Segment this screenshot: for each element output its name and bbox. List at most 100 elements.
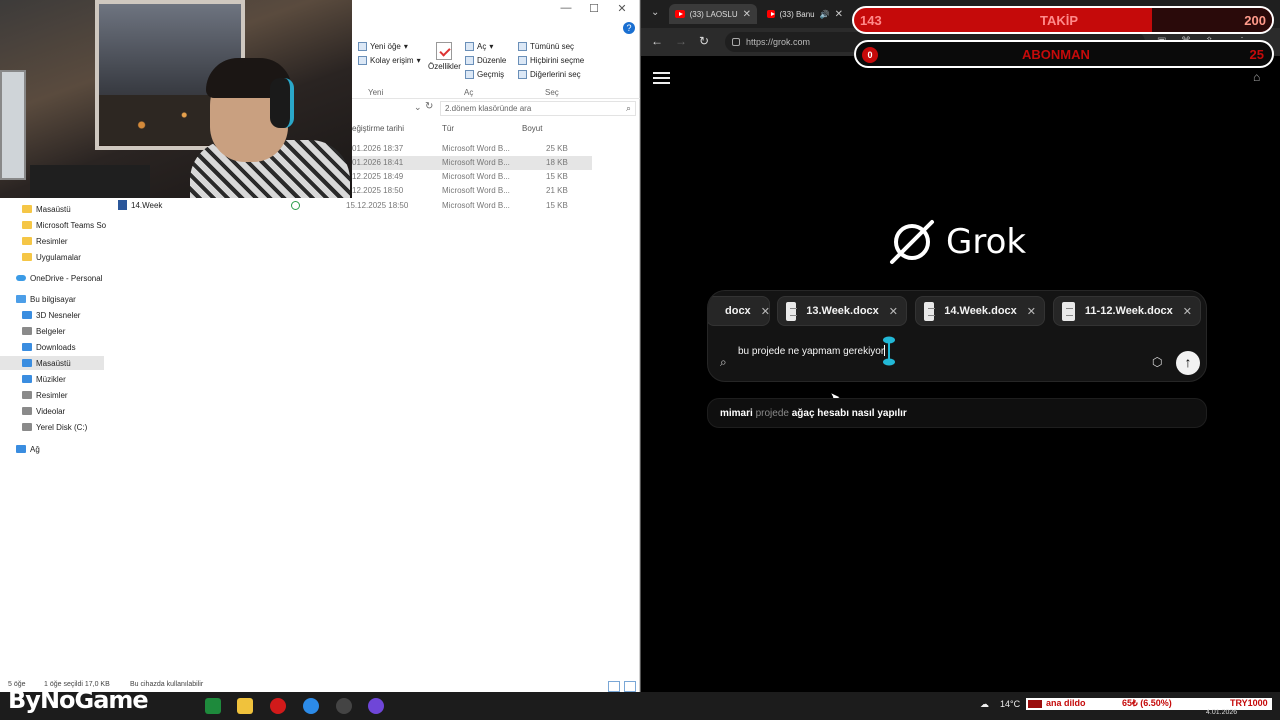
nav-item-desktop[interactable]: Masaüstü — [22, 202, 71, 216]
forward-icon[interactable]: → — [675, 34, 687, 48]
minimize-icon[interactable]: — — [555, 2, 577, 15]
file-row-selected[interactable]: 01.2026 18:41 Microsoft Word B... 18 KB — [352, 156, 592, 170]
model-cube-icon[interactable]: ⬡ — [1152, 355, 1162, 369]
remove-attachment-icon[interactable]: ✕ — [1183, 305, 1192, 318]
nav-item-videos[interactable]: Videolar — [22, 404, 65, 418]
app-icon[interactable] — [205, 698, 221, 714]
sub-count: 0 — [862, 47, 878, 63]
nav-item-3d-objects[interactable]: 3D Nesneler — [22, 308, 80, 322]
webcam-monitor — [0, 70, 26, 180]
chevron-down-icon[interactable]: ⌄ — [414, 102, 422, 113]
nav-item-teams[interactable]: Microsoft Teams So — [22, 218, 106, 232]
follow-count: 143 — [860, 13, 882, 28]
open-icon — [465, 42, 474, 51]
prompt-input[interactable]: bu projede ne yapmam gerekiyor — [738, 345, 886, 357]
download-icon — [22, 343, 32, 351]
properties-button[interactable]: Özellikler — [428, 42, 461, 71]
document-icon — [22, 327, 32, 335]
tab-search-icon[interactable]: ⌄ — [651, 7, 659, 18]
nav-item-pictures[interactable]: Resimler — [22, 234, 68, 248]
search-input[interactable]: 2.dönem klasöründe ara ⌕ — [440, 101, 636, 116]
reload-icon[interactable]: ↻ — [699, 34, 709, 48]
tab-youtube-1[interactable]: (33) LAOSLU ✕ — [669, 4, 757, 24]
nav-item-downloads[interactable]: Downloads — [22, 340, 76, 354]
remove-attachment-icon[interactable]: ✕ — [1027, 305, 1036, 318]
attachment-chip[interactable]: 14.Week.docx ✕ — [915, 296, 1045, 326]
grok-logo-icon — [890, 220, 934, 264]
attachment-chip[interactable]: docx ✕ — [708, 296, 770, 326]
open-button[interactable]: Aç ▾ — [465, 42, 493, 51]
edit-icon — [465, 56, 474, 65]
nav-item-network[interactable]: Ağ — [16, 442, 40, 456]
paperclip-icon[interactable]: ⌕ — [720, 355, 727, 370]
file-row[interactable]: 12.2025 18:49 Microsoft Word B... 15 KB — [352, 170, 592, 184]
refresh-icon[interactable]: ↻ — [425, 101, 433, 112]
send-button[interactable]: ↑ — [1176, 351, 1200, 375]
nav-item-desktop-selected[interactable]: Masaüstü — [0, 356, 104, 370]
taskbar-clock[interactable]: 4.01.2026 — [1206, 709, 1237, 716]
column-header-modified[interactable]: eğiştirme tarihi — [352, 124, 404, 133]
obs-app-icon[interactable] — [336, 698, 352, 714]
history-icon — [465, 70, 474, 79]
properties-icon — [436, 42, 453, 60]
follow-label: TAKİP — [1040, 13, 1079, 28]
history-button[interactable]: Geçmiş — [465, 70, 504, 79]
column-header-size[interactable]: Boyut — [522, 124, 542, 133]
back-icon[interactable]: ← — [651, 34, 663, 48]
sync-status-icon — [291, 201, 300, 210]
private-chat-icon[interactable]: ⌂ — [1253, 70, 1260, 84]
site-info-icon[interactable] — [732, 38, 740, 46]
nav-item-apps[interactable]: Uygulamalar — [22, 250, 81, 264]
speaker-icon[interactable]: 🔊 — [820, 10, 830, 19]
suggestion-item[interactable]: mimari projede ağaç hesabı nasıl yapılır — [707, 398, 1207, 428]
window-controls: — ☐ ✕ — [555, 2, 633, 15]
grok-logo: Grok — [886, 216, 1026, 268]
file-row-14-week[interactable]: 14.Week — [118, 200, 162, 210]
nav-item-music[interactable]: Müzikler — [22, 372, 66, 386]
group-label-select: Seç — [545, 88, 559, 97]
grok-wordmark: Grok — [946, 222, 1027, 262]
edit-button[interactable]: Düzenle — [465, 56, 506, 65]
nav-item-this-pc[interactable]: Bu bilgisayar — [16, 292, 76, 306]
weather-icon[interactable]: ☁ — [980, 699, 989, 710]
nav-item-onedrive[interactable]: OneDrive - Personal — [16, 271, 102, 285]
word-doc-icon — [118, 200, 127, 210]
details-view-icon[interactable] — [608, 681, 620, 692]
explorer-app-icon[interactable] — [237, 698, 253, 714]
sub-goal-overlay: 0 ABONMAN 25 — [854, 40, 1274, 68]
hamburger-menu-icon[interactable] — [653, 72, 670, 84]
ticker-marker — [1028, 700, 1042, 708]
streamer-brand-logo: ByNoGame — [8, 686, 149, 714]
file-row[interactable]: 12.2025 18:50 Microsoft Word B... 21 KB — [352, 184, 592, 198]
chrome-app-icon[interactable] — [303, 698, 319, 714]
column-header-type[interactable]: Tür — [442, 124, 454, 133]
tab-youtube-2[interactable]: (33) Banu 🔊 ✕ — [761, 4, 849, 24]
file-row[interactable]: 01.2026 18:37 Microsoft Word B... 25 KB — [352, 142, 592, 156]
nav-item-local-disk[interactable]: Yerel Disk (C:) — [22, 420, 87, 434]
new-item-button[interactable]: Yeni öğe ▾ — [358, 42, 408, 51]
select-none-button[interactable]: Hiçbirini seçme — [518, 56, 584, 65]
network-icon — [16, 445, 26, 453]
group-label-new: Yeni — [368, 88, 384, 97]
nav-item-documents[interactable]: Belgeler — [22, 324, 65, 338]
select-all-button[interactable]: Tümünü seç — [518, 42, 574, 51]
chat-composer[interactable]: docx ✕ 13.Week.docx ✕ 14.Week.docx ✕ 11-… — [707, 290, 1207, 382]
invert-selection-button[interactable]: Diğerlerini seç — [518, 70, 581, 79]
maximize-icon[interactable]: ☐ — [583, 2, 605, 15]
close-tab-icon[interactable]: ✕ — [743, 9, 751, 20]
cloud-icon — [16, 275, 26, 281]
nav-item-pictures-pc[interactable]: Resimler — [22, 388, 68, 402]
help-icon[interactable]: ? — [623, 22, 635, 34]
discord-app-icon[interactable] — [368, 698, 384, 714]
attachment-chip[interactable]: 11-12.Week.docx ✕ — [1053, 296, 1201, 326]
opera-app-icon[interactable] — [270, 698, 286, 714]
screen: — ☐ ✕ ? Yeni öğe ▾ Kolay erişim ▾ Özelli… — [0, 0, 1280, 720]
attachment-chip[interactable]: 13.Week.docx ✕ — [777, 296, 907, 326]
document-icon — [1062, 301, 1075, 321]
remove-attachment-icon[interactable]: ✕ — [889, 305, 898, 318]
remove-attachment-icon[interactable]: ✕ — [761, 305, 770, 318]
easy-access-button[interactable]: Kolay erişim ▾ — [358, 56, 421, 65]
close-icon[interactable]: ✕ — [611, 2, 633, 15]
close-tab-icon[interactable]: ✕ — [835, 9, 843, 20]
tiles-view-icon[interactable] — [624, 681, 636, 692]
